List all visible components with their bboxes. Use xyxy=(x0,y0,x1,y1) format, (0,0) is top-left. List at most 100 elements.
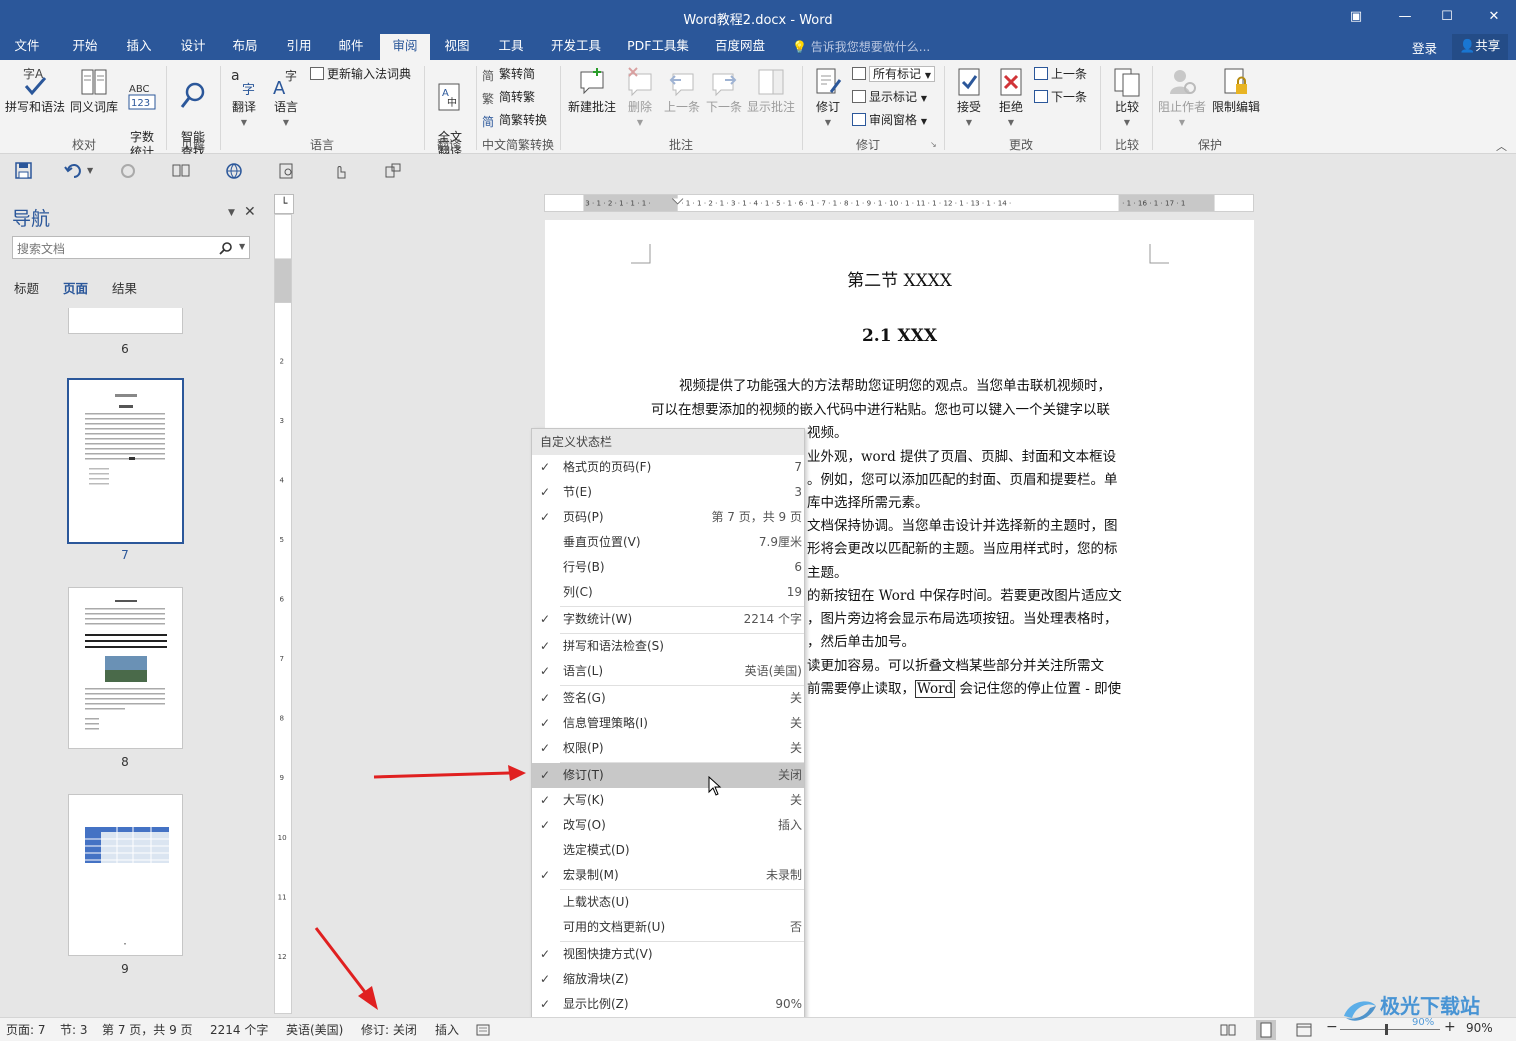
menu-item[interactable]: ✓ 修订(T) 关闭 xyxy=(532,763,804,788)
status-insert-mode[interactable]: 插入 xyxy=(435,1021,459,1038)
tab-baidu-netdisk[interactable]: 百度网盘 xyxy=(706,34,774,60)
page-thumbnail-9[interactable] xyxy=(68,794,183,956)
menu-item[interactable]: ✓ 节(E) 3 xyxy=(532,480,804,505)
block-authors-button[interactable]: 阻止作者 ▼ xyxy=(1156,66,1208,130)
tab-file[interactable]: 文件 xyxy=(4,34,50,60)
language-button[interactable]: A字 语言 ▼ xyxy=(266,66,306,130)
next-comment-button[interactable]: 下一条 xyxy=(704,66,744,115)
update-ime-dictionary-button[interactable]: 更新输入法词典 xyxy=(310,66,411,82)
tab-design[interactable]: 设计 xyxy=(170,34,216,60)
menu-item[interactable]: ✓ 改写(O) 插入 xyxy=(532,813,804,838)
page-thumbnail-7[interactable] xyxy=(67,378,184,544)
tab-review[interactable]: 审阅 xyxy=(380,34,430,60)
redo-icon[interactable] xyxy=(118,162,138,180)
login-link[interactable]: 登录 xyxy=(1412,38,1437,57)
reject-button[interactable]: 拒绝 ▼ xyxy=(992,66,1030,130)
tab-mailings[interactable]: 邮件 xyxy=(328,34,374,60)
web-layout-icon[interactable] xyxy=(1296,1022,1312,1038)
close-icon[interactable]: ✕ xyxy=(244,204,256,220)
close-button[interactable]: ✕ xyxy=(1482,6,1506,28)
new-comment-button[interactable]: 新建批注 xyxy=(564,66,620,115)
simplified-to-traditional-button[interactable]: 繁简转繁 xyxy=(482,89,535,106)
two-pages-icon[interactable] xyxy=(171,162,191,180)
delete-comment-button[interactable]: 删除 ▼ xyxy=(622,66,658,130)
thesaurus-button[interactable]: 同义词库 xyxy=(68,66,120,115)
save-icon[interactable] xyxy=(14,162,34,180)
menu-item[interactable]: ✓ 签名(G) 关 xyxy=(532,686,804,711)
menu-item[interactable]: ✓ 信息管理策略(I) 关 xyxy=(532,711,804,736)
undo-icon[interactable] xyxy=(64,162,84,180)
menu-item[interactable]: ✓ 格式页的页码(F) 7 xyxy=(532,455,804,480)
menu-item[interactable]: ✓ 权限(P) 关 xyxy=(532,736,804,761)
menu-item[interactable]: ✓ 宏录制(M) 未录制 xyxy=(532,863,804,888)
dialog-launcher-icon[interactable]: ↘ xyxy=(930,140,937,149)
status-page-number[interactable]: 页面: 7 xyxy=(6,1021,46,1038)
chinese-conversion-button[interactable]: 简简繁转换 xyxy=(482,112,547,129)
nav-options-icon[interactable]: ▼ xyxy=(228,208,235,218)
maximize-button[interactable]: ☐ xyxy=(1435,6,1459,28)
search-dropdown-icon[interactable]: ▼ xyxy=(239,242,245,251)
menu-item[interactable]: ✓ 语言(L) 英语(美国) xyxy=(532,659,804,684)
tab-insert[interactable]: 插入 xyxy=(116,34,162,60)
previous-comment-button[interactable]: 上一条 xyxy=(662,66,702,115)
show-markup-button[interactable]: 显示标记 ▼ xyxy=(852,89,927,107)
page-thumbnail-8[interactable] xyxy=(68,587,183,749)
menu-item[interactable]: ✓ 页码(P) 第 7 页，共 9 页 xyxy=(532,505,804,530)
tab-developer[interactable]: 开发工具 xyxy=(544,34,608,60)
read-mode-icon[interactable] xyxy=(1220,1022,1236,1038)
spelling-grammar-button[interactable]: 字A 拼写和语法 xyxy=(4,66,66,115)
menu-item[interactable]: ✓ 大写(K) 关 xyxy=(532,788,804,813)
menu-item[interactable]: ✓ 拼写和语法检查(S) xyxy=(532,634,804,659)
tab-pages[interactable]: 页面 xyxy=(63,278,88,297)
search-input[interactable]: 搜索文档 ▼ xyxy=(12,236,250,259)
tab-references[interactable]: 引用 xyxy=(276,34,322,60)
menu-item[interactable]: 选定模式(D) xyxy=(532,838,804,863)
horizontal-ruler[interactable]: 3 · 1 · 2 · 1 · 1 · 1 · · 1 · 1 · 2 · 1 … xyxy=(544,194,1254,212)
status-section[interactable]: 节: 3 xyxy=(60,1021,88,1038)
vertical-ruler[interactable]: 2 3 4 5 6 7 8 9 10 11 12 xyxy=(274,214,292,1014)
minimize-button[interactable]: — xyxy=(1393,6,1417,28)
menu-item[interactable]: ✓ 视图快捷方式(V) xyxy=(532,942,804,967)
share-button[interactable]: 👤共享 xyxy=(1452,34,1508,60)
zoom-out-button[interactable]: − xyxy=(1326,1019,1338,1035)
translate-button[interactable]: a字 翻译 ▼ xyxy=(224,66,264,130)
print-preview-icon[interactable] xyxy=(277,162,297,180)
status-page-count[interactable]: 第 7 页，共 9 页 xyxy=(102,1021,193,1038)
tab-pdf-tools[interactable]: PDF工具集 xyxy=(622,34,694,60)
print-layout-icon[interactable] xyxy=(1256,1020,1276,1040)
macro-record-icon[interactable] xyxy=(476,1023,490,1037)
tab-results[interactable]: 结果 xyxy=(112,278,137,297)
globe-icon[interactable] xyxy=(224,162,244,180)
tab-home[interactable]: 开始 xyxy=(62,34,108,60)
menu-item[interactable]: ✓ 缩放滑块(Z) xyxy=(532,967,804,992)
tell-me-search[interactable]: 💡 告诉我您想要做什么... xyxy=(792,38,930,55)
menu-item[interactable]: 上载状态(U) xyxy=(532,890,804,915)
undo-dropdown-icon[interactable]: ▼ xyxy=(87,166,93,175)
status-language[interactable]: 英语(美国) xyxy=(286,1021,343,1038)
page-thumbnail-6[interactable] xyxy=(68,308,183,334)
compare-button[interactable]: 比较 ▼ xyxy=(1106,66,1148,130)
touch-mode-icon[interactable] xyxy=(330,162,350,180)
previous-change-button[interactable]: 上一条 xyxy=(1034,66,1087,82)
tab-selector[interactable]: └ xyxy=(274,194,294,214)
menu-item[interactable]: 行号(B) 6 xyxy=(532,555,804,580)
menu-item[interactable]: 垂直页位置(V) 7.9厘米 xyxy=(532,530,804,555)
tab-headings[interactable]: 标题 xyxy=(14,278,39,297)
reviewing-pane-button[interactable]: 审阅窗格 ▼ xyxy=(852,112,927,130)
next-change-button[interactable]: 下一条 xyxy=(1034,89,1087,105)
search-icon[interactable] xyxy=(219,241,233,255)
track-changes-button[interactable]: 修订 ▼ xyxy=(808,66,848,130)
selected-word[interactable]: Word xyxy=(915,680,956,698)
markup-dropdown[interactable]: 所有标记 ▼ xyxy=(852,66,935,84)
restrict-editing-button[interactable]: 限制编辑 xyxy=(1210,66,1262,115)
customize-icon[interactable] xyxy=(383,162,403,180)
tab-view[interactable]: 视图 xyxy=(434,34,480,60)
tab-layout[interactable]: 布局 xyxy=(222,34,268,60)
tab-tools[interactable]: 工具 xyxy=(488,34,534,60)
collapse-ribbon-icon[interactable]: ︿ xyxy=(1496,138,1507,154)
status-word-count[interactable]: 2214 个字 xyxy=(210,1021,268,1038)
traditional-to-simplified-button[interactable]: 简繁转简 xyxy=(482,66,535,83)
ribbon-display-options-icon[interactable]: ▣ xyxy=(1344,6,1368,28)
accept-button[interactable]: 接受 ▼ xyxy=(950,66,988,130)
status-track-changes[interactable]: 修订: 关闭 xyxy=(361,1021,417,1038)
